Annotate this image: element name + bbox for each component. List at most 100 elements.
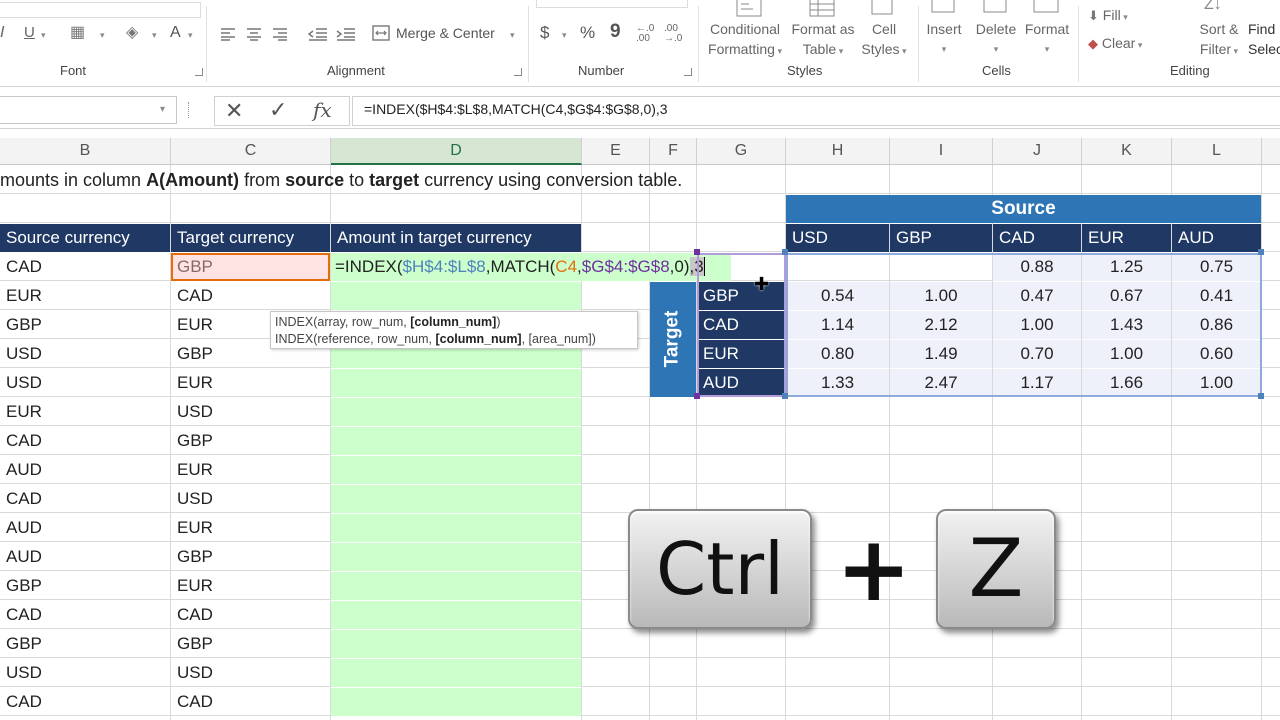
source-currency-cell[interactable]: CAD: [0, 253, 170, 281]
amount-target-cell[interactable]: [331, 659, 581, 687]
alignment-dialog-launcher-icon[interactable]: [514, 68, 522, 76]
target-currency-cell[interactable]: GBP: [171, 543, 330, 571]
italic-button[interactable]: I: [0, 24, 4, 42]
source-currency-cell[interactable]: USD: [0, 369, 170, 397]
merge-dropdown-icon[interactable]: ▾: [510, 30, 515, 41]
range-handle[interactable]: [1258, 393, 1264, 399]
currency-button[interactable]: $: [540, 23, 549, 43]
range-handle[interactable]: [782, 393, 788, 399]
target-currency-cell[interactable]: EUR: [171, 456, 330, 484]
font-color-button[interactable]: A: [170, 24, 181, 42]
format-as-table-button[interactable]: Format as Table ▾: [784, 19, 862, 61]
source-currency-cell[interactable]: CAD: [0, 485, 170, 513]
font-size-box[interactable]: [0, 2, 201, 18]
worksheet-grid[interactable]: mounts in column A(Amount) from source t…: [0, 165, 1280, 720]
target-currency-cell[interactable]: EUR: [171, 514, 330, 542]
source-currency-cell[interactable]: AUD: [0, 514, 170, 542]
target-currency-cell[interactable]: EUR: [171, 369, 330, 397]
conditional-formatting-button[interactable]: Conditional Formatting ▾: [700, 19, 790, 61]
cancel-edit-icon[interactable]: ✕: [225, 98, 243, 124]
target-currency-cell[interactable]: CAD: [171, 282, 330, 310]
amount-target-cell[interactable]: [331, 456, 581, 484]
fill-color-icon[interactable]: ◈: [126, 22, 138, 42]
column-header-e[interactable]: E: [582, 138, 650, 164]
sort-filter-button[interactable]: Sort & Filter ▾: [1194, 19, 1244, 61]
name-box[interactable]: ▾: [0, 96, 177, 124]
find-select-button[interactable]: Find Selec: [1248, 19, 1280, 59]
column-header-k[interactable]: K: [1082, 138, 1172, 164]
amount-target-cell[interactable]: [331, 398, 581, 426]
range-handle[interactable]: [694, 249, 700, 255]
currency-dropdown-icon[interactable]: ▾: [562, 30, 567, 41]
range-handle[interactable]: [782, 249, 788, 255]
source-currency-cell[interactable]: CAD: [0, 601, 170, 629]
range-handle[interactable]: [694, 393, 700, 399]
confirm-edit-icon[interactable]: ✓: [269, 97, 287, 123]
format-button[interactable]: Format ▾: [1020, 19, 1074, 59]
borders-dropdown-icon[interactable]: ▾: [100, 30, 105, 41]
column-header-m[interactable]: [1262, 138, 1280, 164]
column-header-g[interactable]: G: [697, 138, 786, 164]
target-currency-cell[interactable]: CAD: [171, 601, 330, 629]
cell-editor[interactable]: =INDEX($H$4:$L$8,MATCH(C4,$G$4:$G$8,0),3…: [331, 253, 731, 281]
number-format-box[interactable]: [536, 0, 688, 8]
font-dialog-launcher-icon[interactable]: [195, 68, 203, 76]
fill-button[interactable]: ⬇ Fill ▾: [1088, 5, 1128, 27]
source-currency-cell[interactable]: CAD: [0, 427, 170, 455]
amount-target-cell[interactable]: [331, 572, 581, 600]
amount-target-cell[interactable]: [331, 630, 581, 658]
target-currency-cell[interactable]: CAD: [171, 688, 330, 716]
column-header-l[interactable]: L: [1172, 138, 1262, 164]
amount-target-cell[interactable]: [331, 427, 581, 455]
amount-target-cell[interactable]: [331, 485, 581, 513]
source-currency-cell[interactable]: AUD: [0, 456, 170, 484]
align-right-icon[interactable]: [272, 27, 288, 46]
column-header-c[interactable]: C: [171, 138, 331, 164]
source-currency-cell[interactable]: USD: [0, 659, 170, 687]
target-currency-cell[interactable]: GBP: [171, 427, 330, 455]
percent-button[interactable]: %: [580, 23, 595, 43]
amount-target-cell[interactable]: [331, 601, 581, 629]
number-dialog-launcher-icon[interactable]: [684, 68, 692, 76]
column-header-h[interactable]: H: [786, 138, 890, 164]
source-currency-cell[interactable]: GBP: [0, 572, 170, 600]
insert-function-icon[interactable]: fx: [313, 98, 332, 122]
source-currency-cell[interactable]: GBP: [0, 311, 170, 339]
amount-target-cell[interactable]: [331, 543, 581, 571]
name-box-dropdown-icon[interactable]: ▾: [160, 104, 165, 115]
source-currency-cell[interactable]: AUD: [0, 543, 170, 571]
source-currency-cell[interactable]: USD: [0, 340, 170, 368]
target-currency-cell[interactable]: USD: [171, 398, 330, 426]
clear-button[interactable]: ◆ Clear ▾: [1088, 33, 1142, 55]
range-handle[interactable]: [1258, 249, 1264, 255]
fill-color-dropdown-icon[interactable]: ▾: [152, 30, 157, 41]
source-currency-cell[interactable]: GBP: [0, 630, 170, 658]
comma-style-button[interactable]: 9: [610, 21, 621, 43]
insert-button[interactable]: Insert ▾: [918, 19, 970, 59]
column-header-b[interactable]: B: [0, 138, 171, 164]
target-currency-cell[interactable]: EUR: [171, 572, 330, 600]
align-center-icon[interactable]: [246, 27, 262, 46]
amount-target-cell[interactable]: [331, 282, 581, 310]
source-currency-cell[interactable]: EUR: [0, 398, 170, 426]
merge-center-button[interactable]: Merge & Center: [396, 25, 495, 41]
delete-button[interactable]: Delete ▾: [970, 19, 1022, 59]
column-header-f[interactable]: F: [650, 138, 697, 164]
source-currency-cell[interactable]: CAD: [0, 688, 170, 716]
underline-button[interactable]: U: [24, 24, 35, 41]
increase-indent-icon[interactable]: [336, 27, 356, 46]
amount-target-cell[interactable]: [331, 369, 581, 397]
underline-dropdown-icon[interactable]: ▾: [41, 30, 46, 41]
target-currency-cell[interactable]: USD: [171, 485, 330, 513]
borders-icon[interactable]: ▦: [70, 22, 85, 42]
amount-target-cell[interactable]: [331, 688, 581, 716]
align-left-icon[interactable]: [220, 27, 236, 46]
cell-styles-button[interactable]: Cell Styles ▾: [856, 19, 912, 61]
target-currency-cell[interactable]: GBP: [171, 630, 330, 658]
merge-center-icon[interactable]: [372, 24, 390, 47]
increase-decimal-icon[interactable]: ←.0.00: [636, 24, 654, 44]
target-currency-cell[interactable]: USD: [171, 659, 330, 687]
amount-target-cell[interactable]: [331, 514, 581, 542]
column-header-i[interactable]: I: [890, 138, 993, 164]
font-color-dropdown-icon[interactable]: ▾: [188, 30, 193, 41]
